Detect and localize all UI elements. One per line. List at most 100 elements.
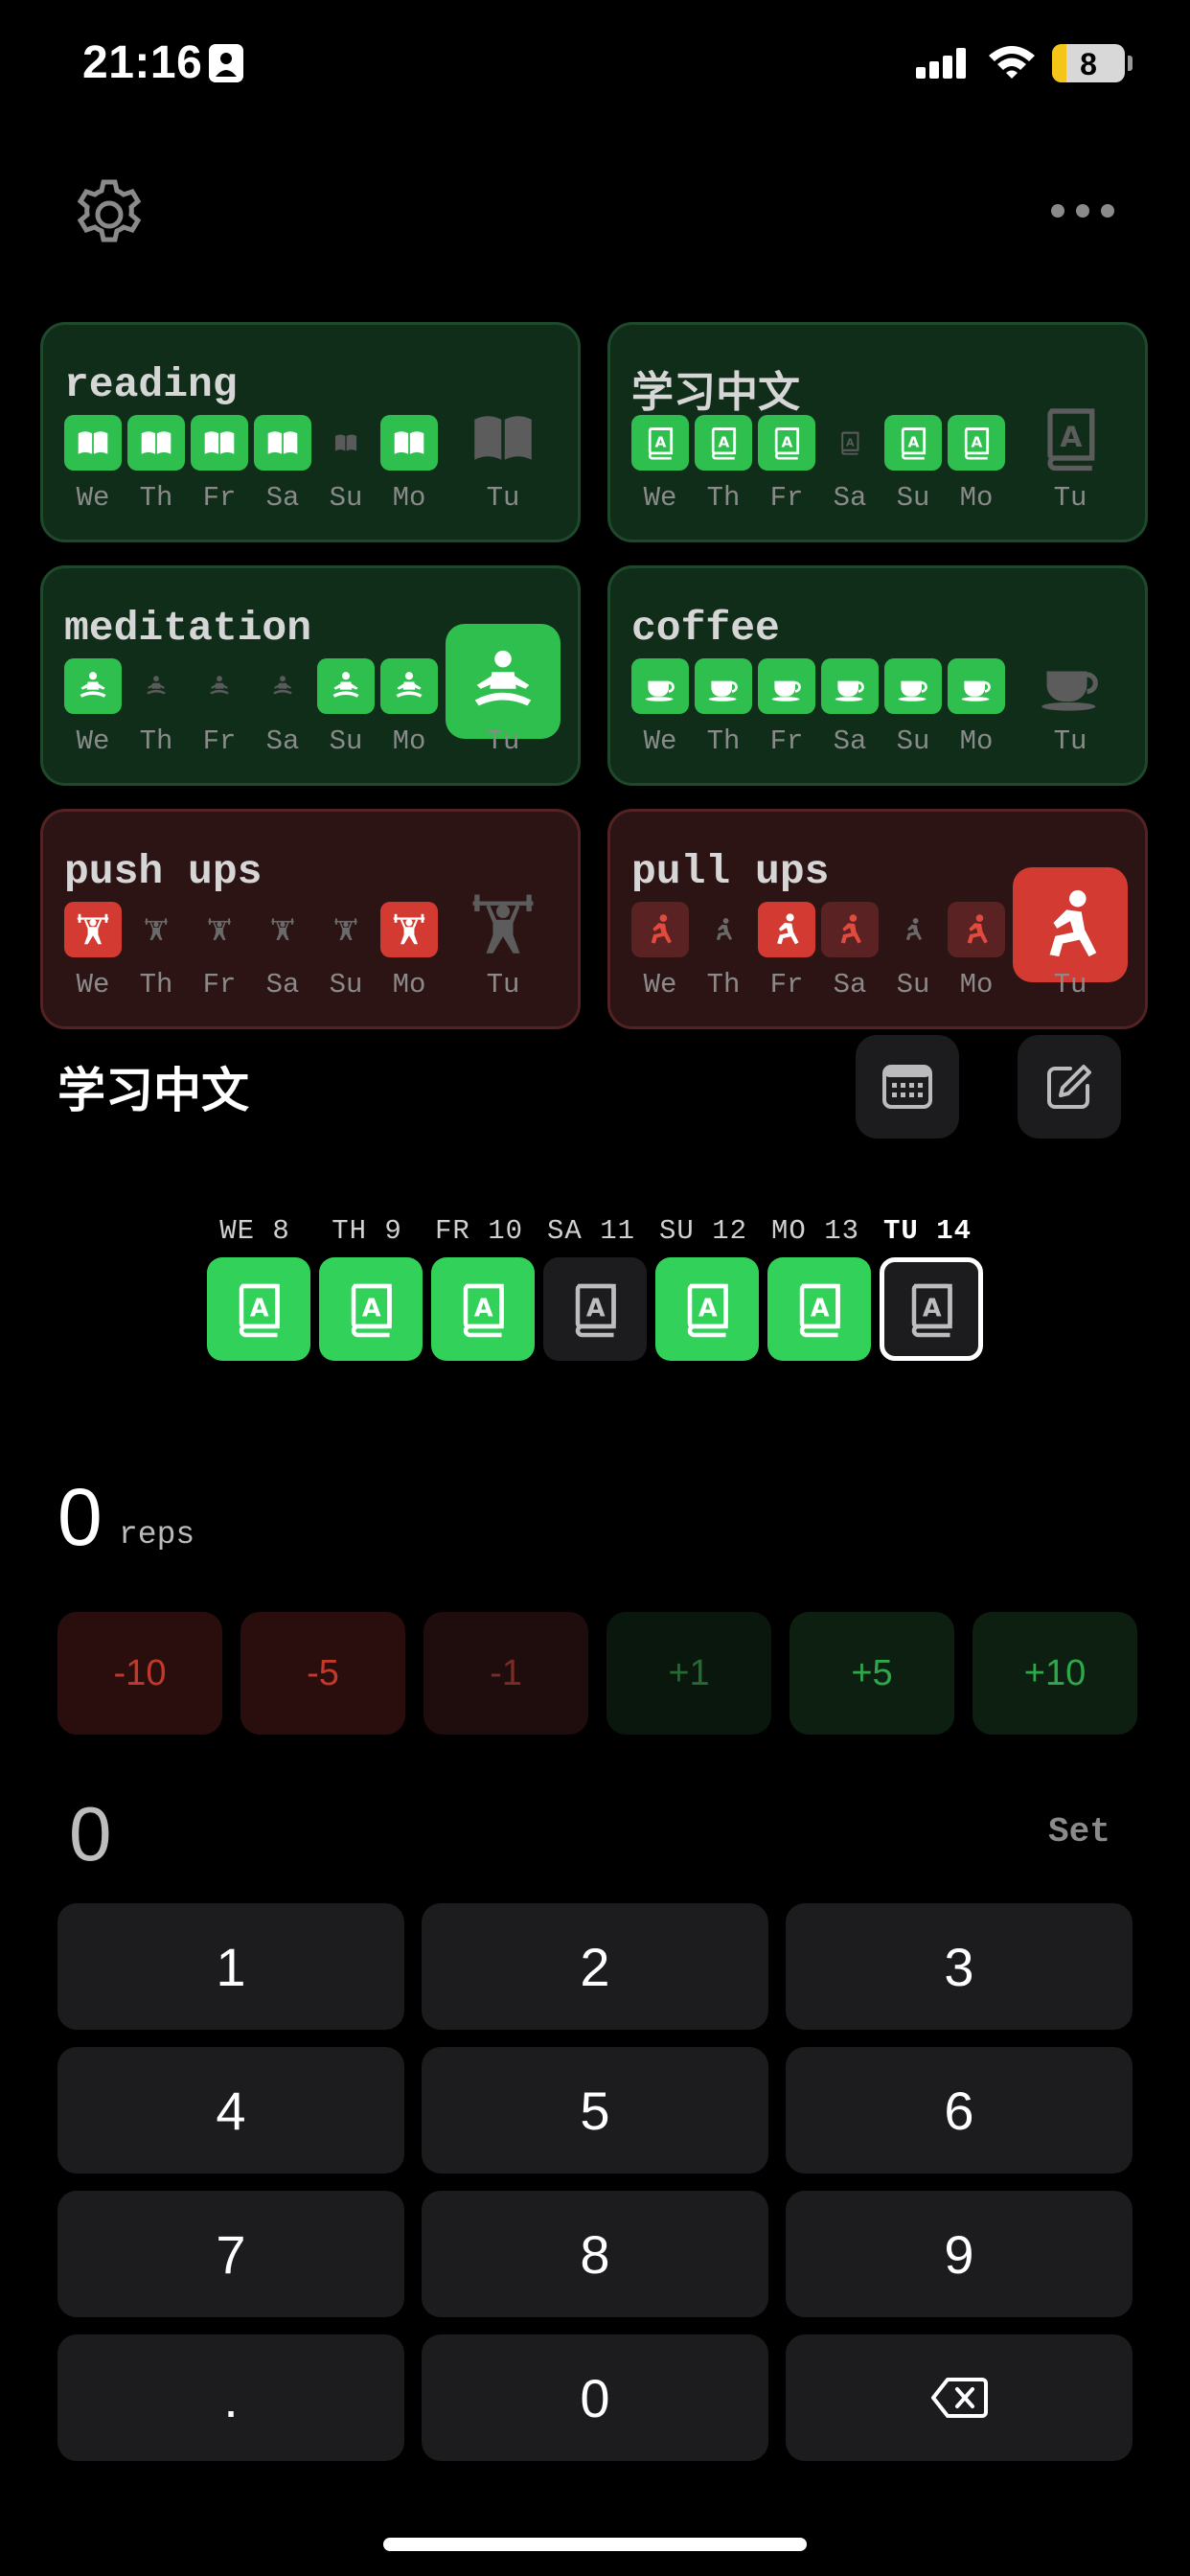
week-day-cell[interactable]: A (431, 1257, 535, 1361)
habit-day-cell[interactable] (127, 415, 185, 471)
week-day-cell[interactable]: A (543, 1257, 647, 1361)
week-day-cell[interactable]: A (880, 1257, 983, 1361)
habit-day-cell[interactable] (317, 902, 375, 957)
habit-day-cell[interactable] (695, 902, 752, 957)
habit-day-label: Mo (959, 725, 994, 757)
step-buttons: -10 -5 -1 +1 +5 +10 (57, 1612, 1137, 1735)
habit-day-label: Mo (959, 969, 994, 1000)
habit-history: AAAAAA (631, 415, 1005, 471)
digit-key[interactable]: 0 (422, 2334, 768, 2461)
habit-day-cell[interactable] (64, 415, 122, 471)
digit-key[interactable]: 3 (786, 1903, 1133, 2030)
habit-day-cell[interactable] (380, 415, 438, 471)
habit-card[interactable]: coffee We Th Fr Sa Su Mo Tu (607, 565, 1148, 786)
week-day-cell[interactable]: A (655, 1257, 759, 1361)
habit-day-cell[interactable]: A (821, 415, 879, 471)
habit-card[interactable]: push ups We Th Fr Sa Su Mo Tu (40, 809, 581, 1029)
habit-day-cell[interactable] (380, 658, 438, 714)
habit-day-cell[interactable] (758, 658, 815, 714)
step-button[interactable]: +10 (973, 1612, 1137, 1735)
habit-today-label: Tu (1053, 725, 1087, 757)
habit-history (64, 415, 438, 471)
habit-day-cell[interactable]: A (631, 415, 689, 471)
habit-day-cell[interactable] (948, 902, 1005, 957)
habit-day-cell[interactable] (191, 658, 248, 714)
backspace-key[interactable] (786, 2334, 1133, 2461)
habit-day-cell[interactable] (695, 658, 752, 714)
week-day-cell[interactable]: A (767, 1257, 871, 1361)
digit-key[interactable]: 7 (57, 2191, 404, 2317)
battery-tip (1128, 56, 1133, 71)
week-day-cell[interactable]: A (207, 1257, 310, 1361)
habit-day-cell[interactable] (191, 902, 248, 957)
habit-day-cell[interactable] (64, 658, 122, 714)
step-button[interactable]: -10 (57, 1612, 222, 1735)
habit-today-label: Tu (486, 482, 520, 514)
habit-day-cell[interactable] (191, 415, 248, 471)
habit-today-button[interactable] (1013, 624, 1128, 739)
habit-day-cell[interactable] (631, 902, 689, 957)
habit-card[interactable]: reading We Th Fr Sa Su Mo Tu (40, 322, 581, 542)
svg-text:A: A (846, 436, 855, 448)
digit-key[interactable]: 6 (786, 2047, 1133, 2174)
habit-day-cell[interactable] (884, 658, 942, 714)
habit-today-button[interactable] (446, 624, 561, 739)
more-options-button[interactable] (1044, 192, 1121, 230)
habit-day-cell[interactable]: A (695, 415, 752, 471)
habit-day-cell[interactable] (127, 658, 185, 714)
habit-day-cell[interactable]: A (884, 415, 942, 471)
digit-key[interactable]: 8 (422, 2191, 768, 2317)
habit-today-button[interactable] (446, 867, 561, 982)
step-button[interactable]: +1 (606, 1612, 771, 1735)
svg-text:A: A (972, 434, 983, 451)
edit-icon (1047, 1065, 1091, 1109)
habit-day-cell[interactable] (254, 658, 311, 714)
habit-day-cell[interactable] (64, 902, 122, 957)
svg-text:A: A (782, 434, 793, 451)
digit-key[interactable]: 4 (57, 2047, 404, 2174)
decimal-key[interactable]: . (57, 2334, 404, 2461)
step-button[interactable]: +5 (790, 1612, 954, 1735)
home-indicator[interactable] (383, 2538, 807, 2551)
habit-day-cell[interactable] (127, 902, 185, 957)
habit-day-cell[interactable] (317, 415, 375, 471)
battery-level: 8 (1080, 47, 1097, 81)
habit-card[interactable]: pull ups We Th Fr Sa Su Mo Tu (607, 809, 1148, 1029)
habit-day-cell[interactable] (631, 658, 689, 714)
digit-key[interactable]: 9 (786, 2191, 1133, 2317)
habit-today-button[interactable] (446, 380, 561, 495)
habit-day-cell[interactable] (758, 902, 815, 957)
set-button[interactable]: Set (1048, 1812, 1110, 1852)
habit-day-cell[interactable] (948, 658, 1005, 714)
habit-history (64, 658, 438, 714)
habit-day-cell[interactable] (380, 902, 438, 957)
settings-button[interactable] (71, 176, 148, 253)
habit-day-cell[interactable] (821, 658, 879, 714)
digit-key[interactable]: 5 (422, 2047, 768, 2174)
edit-button[interactable] (1018, 1035, 1121, 1138)
svg-text:A: A (923, 1295, 942, 1323)
digit-key[interactable]: 2 (422, 1903, 768, 2030)
habit-card[interactable]: meditation We Th Fr Sa Su Mo Tu (40, 565, 581, 786)
habit-day-labels: We Th Fr Sa Su Mo (631, 725, 1005, 757)
week-day-cell[interactable]: A (319, 1257, 423, 1361)
habit-day-cell[interactable] (254, 902, 311, 957)
habit-today-button[interactable]: A (1013, 380, 1128, 495)
habit-day-cell[interactable] (254, 415, 311, 471)
habit-day-label: Mo (392, 482, 426, 514)
step-button[interactable]: -5 (240, 1612, 405, 1735)
calendar-button[interactable] (856, 1035, 959, 1138)
habit-day-cell[interactable]: A (948, 415, 1005, 471)
habit-day-cell[interactable] (821, 902, 879, 957)
habit-day-cell[interactable] (884, 902, 942, 957)
digit-key[interactable]: 1 (57, 1903, 404, 2030)
habit-day-label: We (76, 969, 110, 1000)
step-button[interactable]: -1 (423, 1612, 588, 1735)
habit-day-label: Th (706, 725, 741, 757)
habit-day-cell[interactable] (317, 658, 375, 714)
habit-day-labels: We Th Fr Sa Su Mo (64, 969, 438, 1000)
habit-today-button[interactable] (1013, 867, 1128, 982)
habit-day-cell[interactable]: A (758, 415, 815, 471)
rep-unit: reps (119, 1517, 195, 1552)
habit-card[interactable]: 学习中文 A A A A A A We Th Fr Sa Su Mo A Tu (607, 322, 1148, 542)
